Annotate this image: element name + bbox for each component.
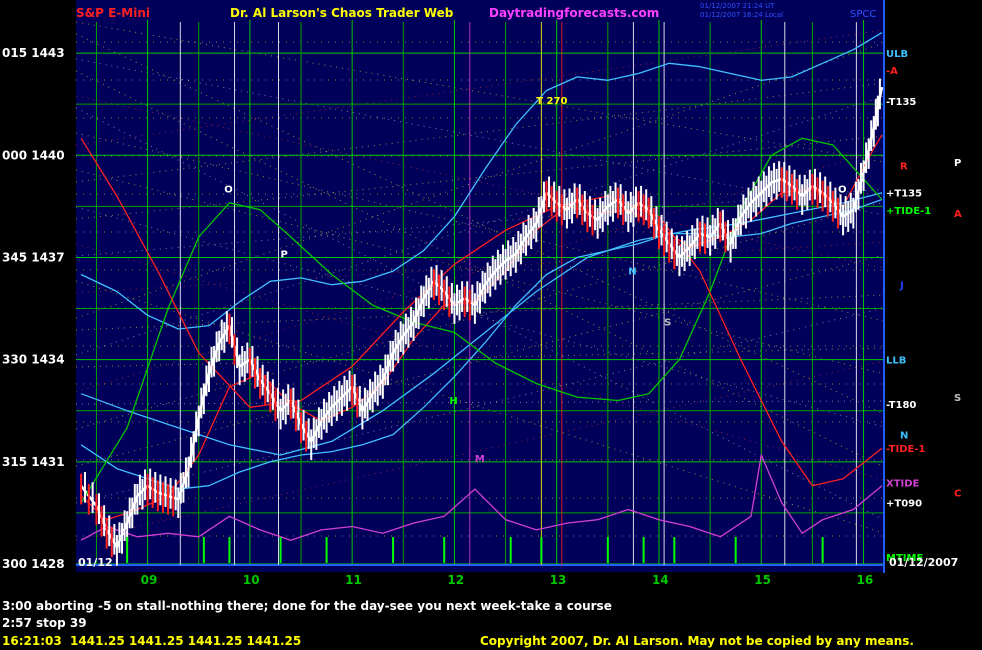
- chart-annotation: O: [838, 185, 847, 196]
- instrument-label: S&P E-Mini: [76, 6, 150, 20]
- timestamp-local: 01/12/2007 16:24 Local: [700, 11, 783, 19]
- symbol-tag: SPCC: [850, 9, 876, 20]
- chart-title: Dr. Al Larson's Chaos Trader Web: [230, 6, 454, 20]
- date-left: 01/12: [78, 556, 113, 569]
- y-tick-label: 300 1428: [2, 557, 65, 571]
- chart-annotation: T 270: [536, 96, 567, 107]
- chart-window: 015 1443 000 1440 345 1437 330 1434 315 1431…: [0, 0, 982, 650]
- right-label: J: [899, 281, 904, 292]
- price-chart: 015 1443 000 1440 345 1437 330 1434 315 1431…: [0, 0, 982, 650]
- right-label: -A: [886, 66, 898, 77]
- y-tick-label: 000 1440: [2, 148, 65, 162]
- x-tick-label: 09: [141, 573, 158, 587]
- right-label: XTIDE: [886, 478, 920, 489]
- last-quote: 16:21:03 1441.25 1441.25 1441.25 1441.25: [2, 634, 301, 648]
- date-right: 01/12/2007: [889, 556, 958, 569]
- right-label: -T135: [886, 97, 916, 108]
- x-tick-label: 13: [550, 573, 567, 587]
- timestamp-utc: 01/12/2007 21:24 UT: [700, 2, 775, 10]
- comment-line-1: 3:00 aborting -5 on stall-nothing there;…: [2, 599, 612, 613]
- y-tick-label: 315 1431: [2, 455, 65, 469]
- x-tick-label: 16: [857, 573, 874, 587]
- y-tick-label: 345 1437: [2, 250, 65, 264]
- right-label: ULB: [886, 49, 908, 60]
- x-tick-label: 12: [447, 573, 464, 587]
- right-label: P: [954, 158, 961, 169]
- right-label: +T090: [886, 499, 922, 510]
- right-label: A: [954, 209, 962, 220]
- right-label: LLB: [886, 356, 906, 367]
- y-tick-label: 015 1443: [2, 46, 65, 60]
- chart-annotation: P: [281, 249, 288, 260]
- right-label: R: [900, 161, 908, 172]
- chart-annotation: O: [224, 185, 233, 196]
- y-tick-label: 330 1434: [2, 353, 65, 367]
- chart-annotation: S: [664, 318, 671, 329]
- x-tick-label: 11: [345, 573, 362, 587]
- chart-annotation: H: [449, 396, 457, 407]
- right-label: -TIDE-1: [886, 444, 926, 455]
- right-label: C: [954, 488, 961, 499]
- x-tick-label: 15: [754, 573, 771, 587]
- chart-annotation: M: [475, 454, 485, 465]
- right-label: S: [954, 393, 961, 404]
- site-link[interactable]: Daytradingforecasts.com: [489, 6, 659, 20]
- right-label: +TIDE-1: [886, 206, 931, 217]
- right-label: -T180: [886, 400, 916, 411]
- chart-annotation: N: [628, 266, 636, 277]
- x-tick-label: 10: [243, 573, 260, 587]
- x-tick-label: 14: [652, 573, 669, 587]
- comment-line-2: 2:57 stop 39: [2, 616, 87, 630]
- right-label: +T135: [886, 189, 922, 200]
- copyright: Copyright 2007, Dr. Al Larson. May not b…: [480, 634, 914, 648]
- right-label: N: [900, 431, 908, 442]
